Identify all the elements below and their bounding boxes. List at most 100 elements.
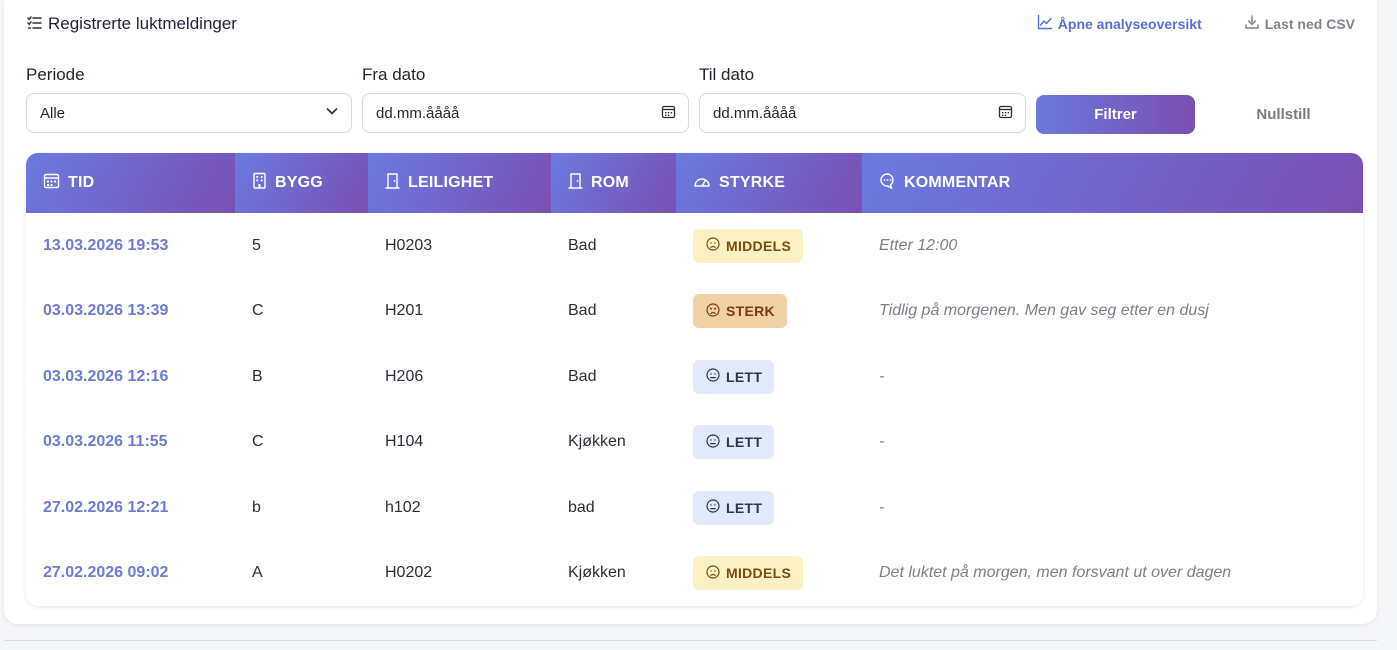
severity-label: MIDDELS <box>726 237 792 254</box>
severity-badge: LETT <box>693 359 775 394</box>
column-header-leilighet[interactable]: LEILIGHET <box>368 153 551 213</box>
severity-badge: MIDDELS <box>693 228 804 263</box>
reset-button[interactable]: Nullstill <box>1204 95 1363 134</box>
open-analysis-label: Åpne analyseoversikt <box>1057 15 1202 32</box>
cell-styrke: MIDDELS <box>676 228 862 263</box>
cell-leilighet: H0203 <box>385 236 433 254</box>
table-row[interactable]: 27.02.2026 09:02 A H0202 Kjøkken MIDDELS Det … <box>26 541 1363 607</box>
column-label: KOMMENTAR <box>904 174 1011 191</box>
cell-bygg: 5 <box>252 236 261 254</box>
table-row[interactable]: 13.03.2026 19:53 5 H0203 Bad MIDDELS Etter 12… <box>26 213 1363 279</box>
column-header-rom[interactable]: ROM <box>551 153 676 213</box>
periode-value: Alle <box>40 104 66 122</box>
column-header-kommentar[interactable]: KOMMENTAR <box>862 153 1363 213</box>
column-label: STYRKE <box>719 174 786 191</box>
table-row[interactable]: 03.03.2026 11:55 C H104 Kjøkken LETT - <box>26 410 1363 476</box>
face-icon <box>706 499 720 516</box>
cell-styrke: STERK <box>676 294 862 329</box>
cell-styrke: LETT <box>676 425 862 460</box>
cell-styrke: LETT <box>676 490 862 525</box>
calendar-icon <box>43 172 60 194</box>
cell-kommentar: Etter 12:00 <box>879 236 958 254</box>
til-dato-placeholder: dd.mm.åååå <box>713 104 797 122</box>
section-header: Registrerte luktmeldinger <box>26 12 237 36</box>
cell-tid: 27.02.2026 12:21 <box>43 498 169 516</box>
filter-button[interactable]: Filtrer <box>1036 95 1195 134</box>
face-icon <box>706 565 720 582</box>
cell-tid: 27.02.2026 09:02 <box>43 564 169 582</box>
cell-kommentar: Det luktet på morgen, men forsvant ut ov… <box>879 564 1232 582</box>
cell-bygg: C <box>252 433 264 451</box>
chevron-down-icon <box>325 104 339 122</box>
severity-badge: STERK <box>693 294 787 329</box>
cell-rom: Kjøkken <box>568 433 626 451</box>
severity-label: LETT <box>726 434 763 451</box>
cell-kommentar: - <box>879 498 885 516</box>
face-icon <box>706 303 720 320</box>
download-icon <box>1244 14 1260 33</box>
calendar-icon[interactable] <box>998 104 1013 123</box>
cell-tid: 03.03.2026 13:39 <box>43 302 169 320</box>
cell-rom: Bad <box>568 302 597 320</box>
calendar-icon[interactable] <box>661 104 676 123</box>
cell-kommentar: - <box>879 433 885 451</box>
column-label: LEILIGHET <box>408 174 494 191</box>
severity-label: STERK <box>726 303 775 320</box>
column-header-bygg[interactable]: BYGG <box>235 153 368 213</box>
cell-leilighet: H201 <box>385 302 424 320</box>
line-chart-icon <box>1037 14 1053 33</box>
page-title: Registrerte luktmeldinger <box>48 14 237 33</box>
severity-badge: LETT <box>693 490 775 525</box>
building-icon <box>252 172 267 194</box>
cell-styrke: LETT <box>676 359 862 394</box>
cell-tid: 03.03.2026 12:16 <box>43 367 169 385</box>
cell-styrke: MIDDELS <box>676 556 862 591</box>
fra-dato-label: Fra dato <box>362 65 426 84</box>
download-csv-link[interactable]: Last ned CSV <box>1244 14 1355 33</box>
cell-rom: bad <box>568 498 595 516</box>
severity-badge: MIDDELS <box>693 556 804 591</box>
cell-kommentar: - <box>879 367 885 385</box>
open-analysis-link[interactable]: Åpne analyseoversikt <box>1037 14 1202 33</box>
fra-dato-input[interactable]: dd.mm.åååå <box>362 93 689 133</box>
list-icon <box>26 14 42 35</box>
column-label: ROM <box>591 174 629 191</box>
face-icon <box>706 434 720 451</box>
table-row[interactable]: 27.02.2026 12:21 b h102 bad LETT - <box>26 475 1363 541</box>
table-body: 13.03.2026 19:53 5 H0203 Bad MIDDELS Etter 12… <box>26 213 1363 606</box>
til-dato-input[interactable]: dd.mm.åååå <box>699 93 1026 133</box>
reports-table: TID BYGG LEILIGHET ROM STYRKE KOMMENTAR … <box>26 153 1363 606</box>
column-label: TID <box>68 174 95 191</box>
til-dato-label: Til dato <box>699 65 755 84</box>
cell-leilighet: H206 <box>385 367 424 385</box>
column-header-styrke[interactable]: STYRKE <box>676 153 862 213</box>
table-row[interactable]: 03.03.2026 13:39 C H201 Bad STERK Tidlig på m… <box>26 279 1363 345</box>
face-icon <box>706 368 720 385</box>
cell-rom: Bad <box>568 367 597 385</box>
periode-select[interactable]: Alle <box>26 93 352 133</box>
severity-label: MIDDELS <box>726 565 792 582</box>
table-row[interactable]: 03.03.2026 12:16 B H206 Bad LETT - <box>26 344 1363 410</box>
cell-bygg: C <box>252 302 264 320</box>
divider <box>4 640 1377 641</box>
periode-label: Periode <box>26 65 85 84</box>
cell-rom: Kjøkken <box>568 564 626 582</box>
severity-label: LETT <box>726 368 763 385</box>
chat-icon <box>879 172 896 194</box>
column-label: BYGG <box>275 174 323 191</box>
report-card: Registrerte luktmeldinger Åpne analyseov… <box>4 0 1377 624</box>
severity-label: LETT <box>726 499 763 516</box>
cell-kommentar: Tidlig på morgenen. Men gav seg etter en… <box>879 302 1209 320</box>
cell-bygg: B <box>252 367 263 385</box>
gauge-icon <box>693 173 711 194</box>
cell-bygg: A <box>252 564 263 582</box>
face-icon <box>706 237 720 254</box>
column-header-tid[interactable]: TID <box>26 153 235 213</box>
cell-tid: 03.03.2026 11:55 <box>43 433 168 451</box>
door-icon <box>385 172 400 194</box>
severity-badge: LETT <box>693 425 775 460</box>
cell-rom: Bad <box>568 236 597 254</box>
header-actions: Åpne analyseoversikt Last ned CSV <box>1037 14 1355 33</box>
cell-bygg: b <box>252 498 261 516</box>
download-csv-label: Last ned CSV <box>1264 15 1355 32</box>
